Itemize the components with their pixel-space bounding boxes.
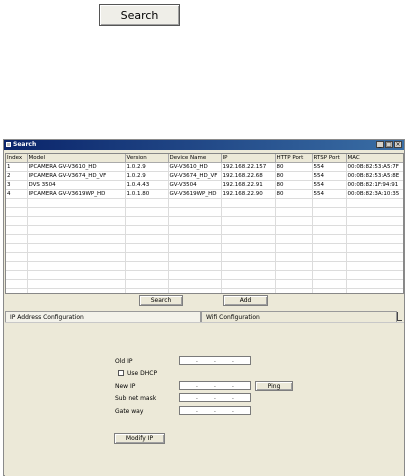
search-button[interactable]: Search — [139, 295, 183, 306]
table-row[interactable]: 4 IPCAMERA GV-V3619WP_HD 1.0.1.80 GV-V36… — [6, 189, 403, 199]
cell-version: 1.0.4.43 — [125, 180, 169, 190]
window-icon — [6, 142, 11, 147]
old-ip-field[interactable]: . . . — [179, 356, 251, 365]
cell-version: 1.0.2.9 — [125, 171, 169, 181]
use-dhcp-label: Use DHCP — [127, 370, 158, 377]
table-header-row: Index Model Version Device Name IP HTTP … — [6, 154, 403, 163]
empty-row — [6, 279, 403, 289]
cell-mac: 00:0B:82:1F:94:91 — [346, 180, 403, 190]
new-ip-label: New IP — [115, 383, 136, 390]
column-header-version[interactable]: Version — [125, 154, 169, 163]
ip-config-panel: Old IP . . . Use DHCP New IP . . . Ping … — [5, 322, 404, 476]
empty-row — [6, 207, 403, 217]
tab-scroll-arrow-icon[interactable] — [397, 312, 402, 321]
gateway-label: Gate way — [115, 408, 144, 415]
table-row[interactable]: 2 IPCAMERA GV-V3674_HD_VF 1.0.2.9 GV-V36… — [6, 171, 403, 181]
subnet-mask-label: Sub net mask — [115, 395, 157, 402]
cell-model: IPCAMERA GV-V3619WP_HD — [27, 189, 126, 199]
empty-row — [6, 234, 403, 244]
cell-http-port: 80 — [275, 171, 313, 181]
column-header-model[interactable]: Model — [27, 154, 126, 163]
table-row[interactable]: 1 IPCAMERA GV-V3610_HD 1.0.2.9 GV-V3610_… — [6, 162, 403, 172]
cell-ip: 192.168.22.91 — [221, 180, 276, 190]
cell-device-name: GV-V3504 — [168, 180, 222, 190]
empty-row — [6, 198, 403, 208]
ping-button[interactable]: Ping — [255, 381, 293, 391]
cell-rtsp-port: 554 — [312, 180, 347, 190]
column-header-index[interactable]: Index — [6, 154, 28, 163]
cell-version: 1.0.2.9 — [125, 162, 169, 172]
column-header-ip[interactable]: IP — [221, 154, 276, 163]
cell-index: 1 — [6, 162, 28, 172]
use-dhcp-checkbox[interactable] — [118, 370, 124, 376]
empty-row — [6, 252, 403, 262]
empty-row — [6, 243, 403, 253]
empty-row — [6, 288, 403, 293]
modify-ip-button[interactable]: Modify IP — [114, 433, 165, 444]
maximize-button[interactable]: □ — [385, 141, 393, 148]
minimize-button[interactable]: _ — [376, 141, 384, 148]
cell-rtsp-port: 554 — [312, 162, 347, 172]
window-title: Search — [13, 141, 37, 148]
top-search-button[interactable]: Search — [99, 4, 180, 26]
cell-http-port: 80 — [275, 162, 313, 172]
cell-model: IPCAMERA GV-V3674_HD_VF — [27, 171, 126, 181]
cell-index: 3 — [6, 180, 28, 190]
cell-index: 2 — [6, 171, 28, 181]
title-bar: Search _ □ × — [4, 140, 404, 150]
empty-row — [6, 270, 403, 280]
empty-row — [6, 216, 403, 226]
column-header-rtsp-port[interactable]: RTSP Port — [312, 154, 347, 163]
column-header-device-name[interactable]: Device Name — [168, 154, 222, 163]
cell-http-port: 80 — [275, 180, 313, 190]
empty-row — [6, 225, 403, 235]
cell-index: 4 — [6, 189, 28, 199]
cell-device-name: GV-V3610_HD — [168, 162, 222, 172]
cell-mac: 00:0B:82:3A:10:35 — [346, 189, 403, 199]
old-ip-label: Old IP — [115, 358, 133, 365]
cell-device-name: GV-V3674_HD_VF — [168, 171, 222, 181]
column-header-http-port[interactable]: HTTP Port — [275, 154, 313, 163]
cell-ip: 192.168.22.90 — [221, 189, 276, 199]
cell-model: DVS 3504 — [27, 180, 126, 190]
cell-http-port: 80 — [275, 189, 313, 199]
cell-ip: 192.168.22.68 — [221, 171, 276, 181]
gateway-field[interactable]: . . . — [179, 406, 251, 415]
close-button[interactable]: × — [394, 141, 402, 148]
empty-row — [6, 261, 403, 271]
cell-rtsp-port: 554 — [312, 189, 347, 199]
cell-mac: 00:0B:82:53:A5:7F — [346, 162, 403, 172]
new-ip-field[interactable]: . . . — [179, 381, 251, 390]
add-button[interactable]: Add — [223, 295, 268, 306]
tab-ip-address-configuration[interactable]: IP Address Configuration — [5, 311, 201, 322]
cell-mac: 00:0B:82:53:A5:8E — [346, 171, 403, 181]
cell-ip: 192.168.22.157 — [221, 162, 276, 172]
cell-version: 1.0.1.80 — [125, 189, 169, 199]
cell-device-name: GV-V3619WP_HD — [168, 189, 222, 199]
column-header-mac[interactable]: MAC — [346, 154, 403, 163]
table-row[interactable]: 3 DVS 3504 1.0.4.43 GV-V3504 192.168.22.… — [6, 180, 403, 190]
cell-model: IPCAMERA GV-V3610_HD — [27, 162, 126, 172]
tab-wifi-configuration[interactable]: Wifi Configuration — [201, 311, 397, 322]
cell-rtsp-port: 554 — [312, 171, 347, 181]
subnet-mask-field[interactable]: . . . — [179, 393, 251, 402]
search-window: Search _ □ × Index Model Version Device … — [3, 139, 405, 476]
config-tabs: IP Address Configuration Wifi Configurat… — [5, 311, 404, 322]
device-table: Index Model Version Device Name IP HTTP … — [5, 153, 404, 294]
